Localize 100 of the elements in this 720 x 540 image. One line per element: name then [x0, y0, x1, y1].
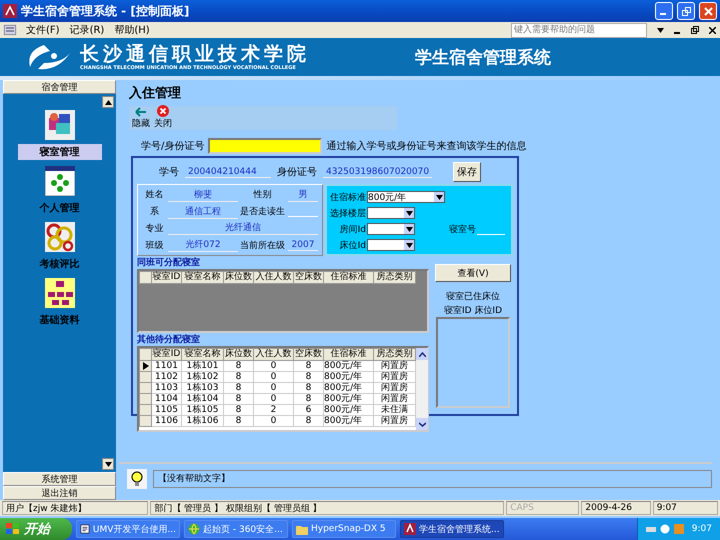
table-cell: 0	[254, 372, 294, 382]
column-header[interactable]: 空床数	[294, 272, 324, 284]
field-value: 432503198607020070	[323, 166, 432, 178]
field-value: 光纤通信	[168, 221, 318, 236]
field-label: 性别	[252, 188, 272, 202]
sidebar-item[interactable]: 基础资料	[36, 312, 84, 328]
taskbar-button[interactable]: UMV开发平台使用...	[76, 520, 180, 538]
table-cell: 1103	[152, 382, 182, 394]
dropdown-arrow-icon[interactable]	[436, 194, 442, 200]
table-cell: 1栋101	[182, 360, 224, 372]
row-selector[interactable]	[140, 360, 152, 372]
column-header[interactable]: 床位数	[224, 272, 254, 284]
view-button[interactable]: 查看(V)	[435, 264, 511, 282]
save-button[interactable]: 保存	[453, 162, 481, 182]
status-department: 部门【 管理员 】 权限组别【 管理员组 】	[150, 501, 504, 515]
close-icon[interactable]	[709, 26, 716, 34]
tray-icon[interactable]	[660, 524, 670, 534]
minimize-button[interactable]	[655, 2, 673, 20]
app-icon	[3, 4, 17, 18]
table-cell: 1104	[152, 394, 182, 404]
occupied-beds-list[interactable]	[436, 317, 510, 408]
help-text: 【没有帮助文字】	[158, 472, 230, 485]
search-field[interactable]	[208, 138, 322, 154]
selector-header	[140, 348, 152, 360]
table-cell: 800元/年	[324, 360, 374, 372]
back-arrow-icon[interactable]	[135, 107, 147, 117]
toolbar-button[interactable]: 关闭	[154, 117, 172, 130]
taskbar-button[interactable]: 起始页 - 360安全...	[184, 520, 288, 538]
close-button[interactable]	[699, 2, 717, 20]
column-header[interactable]: 床位数	[224, 348, 254, 360]
column-header[interactable]: 寝室ID	[152, 272, 182, 284]
taskbar-button[interactable]: 学生宿舍管理系统...	[400, 520, 504, 538]
app-icon	[404, 523, 416, 535]
globe-icon	[188, 523, 200, 535]
menu-item[interactable]: 帮助(H)	[114, 23, 150, 37]
column-header[interactable]: 住宿标准	[324, 348, 374, 360]
column-header[interactable]: 寝室名称	[182, 348, 224, 360]
table-cell: 0	[254, 394, 294, 404]
column-header[interactable]: 入住人数	[254, 272, 294, 284]
column-header[interactable]: 房态类别	[374, 348, 416, 360]
section-title: 寝室已住床位	[446, 290, 500, 303]
column-header[interactable]: 房态类别	[374, 272, 416, 284]
sidebar-item[interactable]: 个人管理	[36, 200, 84, 216]
dropdown-arrow-icon[interactable]	[406, 226, 412, 232]
window-dots-icon[interactable]	[44, 166, 74, 196]
table-cell: 1101	[152, 360, 182, 372]
field-value: 光纤072	[168, 238, 238, 252]
dropdown-arrow-icon[interactable]	[406, 210, 412, 216]
sidebar-group-button[interactable]: 退出注销	[3, 486, 116, 500]
menu-item[interactable]: 记录(R)	[70, 23, 104, 37]
sidebar-group-button[interactable]: 宿舍管理	[3, 80, 116, 94]
scroll-up-icon[interactable]	[104, 100, 112, 104]
dropdown-field[interactable]	[367, 207, 415, 219]
menu-item[interactable]: 文件(F)	[26, 23, 60, 37]
field-value: 通信工程	[168, 204, 238, 219]
dropdown-field[interactable]: 800元/年	[367, 191, 445, 203]
table-cell: 8	[294, 416, 324, 426]
restore-button[interactable]	[677, 2, 695, 20]
sidebar-item[interactable]: 考核评比	[36, 256, 84, 272]
cubes-icon[interactable]	[44, 110, 74, 140]
table-cell: 800元/年	[324, 394, 374, 404]
field-label: 系	[149, 206, 160, 218]
table-cell: 1栋104	[182, 394, 224, 404]
table-cell: 800元/年	[324, 372, 374, 382]
lightbulb-icon	[127, 469, 147, 489]
help-search-field[interactable]: 键入需要帮助的问题	[511, 22, 647, 38]
scroll-up-icon[interactable]	[418, 352, 426, 356]
field-label: 学号/身份证号	[141, 140, 204, 153]
toolbar-button[interactable]: 隐藏	[132, 117, 150, 130]
table-cell: 1栋102	[182, 372, 224, 382]
sidebar-item[interactable]: 寝室管理	[18, 144, 102, 160]
column-header[interactable]: 寝室ID	[152, 348, 182, 360]
sidebar-group-button[interactable]: 系统管理	[3, 472, 116, 486]
dropdown-field[interactable]	[367, 239, 415, 251]
menu-window-icon[interactable]	[4, 25, 16, 35]
column-header[interactable]: 入住人数	[254, 348, 294, 360]
taskbar-button[interactable]: HyperSnap-DX 5	[292, 520, 396, 538]
dropdown-arrow-icon[interactable]	[657, 28, 664, 32]
gears-icon[interactable]	[44, 222, 74, 252]
dropdown-arrow-icon[interactable]	[406, 242, 412, 248]
field-value: 2007	[288, 240, 318, 251]
folder-icon	[296, 524, 308, 534]
table-cell: 1栋103	[182, 382, 224, 394]
column-header[interactable]: 寝室名称	[182, 272, 224, 284]
hint-text: 通过输入学号或身份证号来查询该学生的信息	[326, 140, 526, 153]
table-cell: 8	[224, 360, 254, 372]
scroll-up-button[interactable]	[102, 96, 114, 108]
restore-icon[interactable]	[691, 26, 699, 34]
scroll-down-button[interactable]	[102, 458, 114, 470]
table-cell: 8	[294, 382, 324, 394]
table-cell: 1102	[152, 372, 182, 382]
column-header[interactable]: 空床数	[294, 348, 324, 360]
org-chart-icon[interactable]	[44, 278, 74, 308]
field-value: 200404210444	[185, 166, 271, 178]
windows-logo-icon	[6, 523, 20, 535]
scroll-down-icon[interactable]	[104, 462, 112, 466]
scrollbar[interactable]	[416, 348, 428, 430]
dropdown-field[interactable]	[367, 223, 415, 235]
column-header[interactable]: 住宿标准	[324, 272, 374, 284]
field-label: 姓名	[144, 188, 164, 202]
